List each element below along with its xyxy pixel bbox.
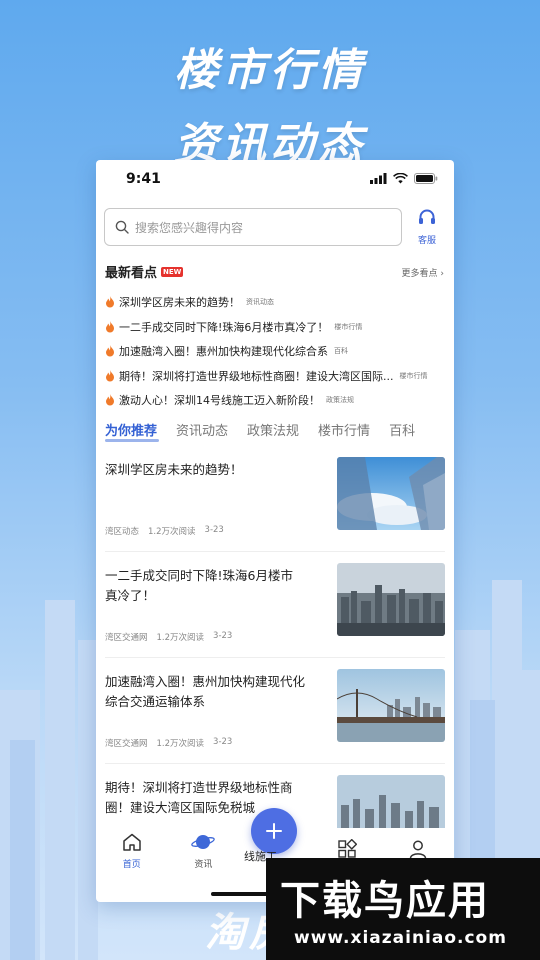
article-source: 湾区交通网 bbox=[105, 739, 148, 749]
chevron-right-icon: › bbox=[440, 269, 444, 279]
tabbar-news-label: 资讯 bbox=[194, 859, 213, 870]
hot-news-category: 百科 bbox=[334, 347, 348, 356]
plus-icon bbox=[266, 823, 282, 839]
article-title: 一二手成交同时下降!珠海6月楼市真冷了！ bbox=[105, 568, 293, 603]
article-thumbnail bbox=[337, 669, 445, 742]
hot-news-title: 最新看点 bbox=[105, 266, 158, 281]
customer-service-label: 客服 bbox=[417, 236, 436, 246]
tabbar-news[interactable]: 资讯 bbox=[178, 833, 228, 870]
hot-news-list: 深圳学区房未来的趋势！ 资讯动态 一二手成交同时下降!珠海6月楼市真冷了！ 楼市… bbox=[105, 290, 444, 413]
article-date: 3-23 bbox=[213, 737, 233, 747]
customer-service-button[interactable]: 客服 bbox=[410, 208, 444, 246]
hot-news-header: 最新看点 NEW bbox=[105, 262, 184, 281]
tab-policy[interactable]: 政策法规 bbox=[247, 420, 299, 443]
article-source: 湾区交通网 bbox=[105, 633, 148, 643]
new-badge: NEW bbox=[161, 266, 184, 277]
promo-headline-1: 楼市行情 bbox=[174, 45, 366, 96]
status-icons bbox=[370, 173, 438, 184]
article-meta: 湾区动态 1.2万次阅读 3-23 bbox=[105, 525, 224, 537]
article-source: 湾区动态 bbox=[105, 527, 140, 537]
hot-news-category: 楼市行情 bbox=[334, 322, 363, 331]
signal-icon bbox=[370, 173, 387, 184]
flame-icon bbox=[106, 345, 114, 357]
user-icon bbox=[409, 840, 427, 859]
hot-news-category: 政策法规 bbox=[326, 396, 354, 405]
flame-icon bbox=[106, 369, 114, 382]
grid-icon bbox=[337, 838, 357, 858]
search-placeholder: 搜索您感兴趣得内容 bbox=[135, 220, 244, 235]
hot-news-item[interactable]: 加速融湾入圈！惠州加快构建现代化综合系 百科 bbox=[105, 339, 444, 364]
tabbar-home-label: 首页 bbox=[122, 859, 141, 870]
article-card[interactable]: 加速融湾入圈！惠州加快构建现代化综合交通运输体系 湾区交通网 1.2万次阅读 3… bbox=[105, 658, 445, 764]
search-input[interactable]: 搜索您感兴趣得内容 bbox=[104, 208, 402, 246]
phone-screen: 9:41 搜索您感兴趣得内容 客服 最新看点 NEW 更多看点 › 深圳学区房未… bbox=[96, 160, 454, 902]
article-reads: 1.2万次阅读 bbox=[156, 739, 205, 749]
hot-news-title-text: 激动人心！深圳14号线施工迈入新阶段！ bbox=[119, 394, 320, 408]
more-news-label: 更多看点 bbox=[401, 269, 438, 279]
status-time: 9:41 bbox=[126, 171, 161, 187]
hot-news-category: 楼市行情 bbox=[399, 371, 428, 380]
watermark-url: www.xiazainiao.com bbox=[294, 928, 507, 948]
article-card[interactable]: 一二手成交同时下降!珠海6月楼市真冷了！ 湾区交通网 1.2万次阅读 3-23 bbox=[105, 552, 445, 658]
active-tab-indicator bbox=[105, 439, 159, 442]
hot-news-item[interactable]: 激动人心！深圳14号线施工迈入新阶段！ 政策法规 bbox=[105, 388, 444, 413]
hot-news-title-text: 一二手成交同时下降!珠海6月楼市真冷了！ bbox=[119, 320, 329, 334]
article-title: 加速融湾入圈！惠州加快构建现代化综合交通运输体系 bbox=[105, 674, 306, 709]
hot-news-section: 最新看点 NEW 更多看点 › 深圳学区房未来的趋势！ 资讯动态 一二手成交同时… bbox=[105, 262, 444, 413]
article-meta: 湾区交通网 1.2万次阅读 3-23 bbox=[105, 737, 232, 749]
search-row: 搜索您感兴趣得内容 客服 bbox=[104, 208, 446, 246]
hot-news-item[interactable]: 一二手成交同时下降!珠海6月楼市真冷了！ 楼市行情 bbox=[105, 315, 444, 340]
article-thumbnail bbox=[337, 563, 445, 636]
flame-icon bbox=[106, 394, 114, 406]
more-news-link[interactable]: 更多看点 › bbox=[402, 266, 445, 279]
article-meta: 湾区交通网 1.2万次阅读 3-23 bbox=[105, 631, 232, 643]
tab-news[interactable]: 资讯动态 bbox=[176, 420, 228, 443]
article-date: 3-23 bbox=[213, 631, 233, 641]
tab-market[interactable]: 楼市行情 bbox=[318, 420, 370, 443]
hot-news-title-text: 深圳学区房未来的趋势！ bbox=[119, 296, 240, 310]
hot-news-title-text: 期待！深圳将打造世界级地标性商圈！建设大湾区国际... bbox=[119, 369, 394, 383]
home-icon bbox=[123, 833, 141, 851]
status-bar: 9:41 bbox=[96, 160, 454, 200]
article-card[interactable]: 深圳学区房未来的趋势！ 湾区动态 1.2万次阅读 3-23 bbox=[105, 446, 445, 552]
battery-icon bbox=[414, 173, 438, 184]
hot-news-item[interactable]: 期待！深圳将打造世界级地标性商圈！建设大湾区国际... 楼市行情 bbox=[105, 364, 444, 389]
flame-icon bbox=[106, 320, 114, 333]
article-reads: 1.2万次阅读 bbox=[156, 633, 205, 643]
hot-news-title-text: 加速融湾入圈！惠州加快构建现代化综合系 bbox=[119, 345, 328, 359]
flame-icon bbox=[106, 296, 114, 308]
planet-icon bbox=[191, 834, 216, 849]
watermark-brand: 下载鸟应用 bbox=[280, 878, 490, 924]
search-icon bbox=[115, 220, 129, 234]
article-reads: 1.2万次阅读 bbox=[148, 527, 196, 537]
tabbar-home[interactable]: 首页 bbox=[107, 833, 157, 870]
article-thumbnail bbox=[337, 457, 445, 530]
article-date: 3-23 bbox=[204, 525, 224, 535]
wifi-icon bbox=[393, 173, 408, 184]
tab-wiki[interactable]: 百科 bbox=[389, 420, 415, 443]
hot-news-category: 资讯动态 bbox=[246, 298, 274, 307]
headset-icon bbox=[419, 209, 435, 224]
hot-news-item[interactable]: 深圳学区房未来的趋势！ 资讯动态 bbox=[105, 290, 444, 315]
article-title: 深圳学区房未来的趋势！ bbox=[105, 462, 243, 477]
watermark-banner: 下载鸟应用 www.xiazainiao.com bbox=[266, 858, 540, 960]
